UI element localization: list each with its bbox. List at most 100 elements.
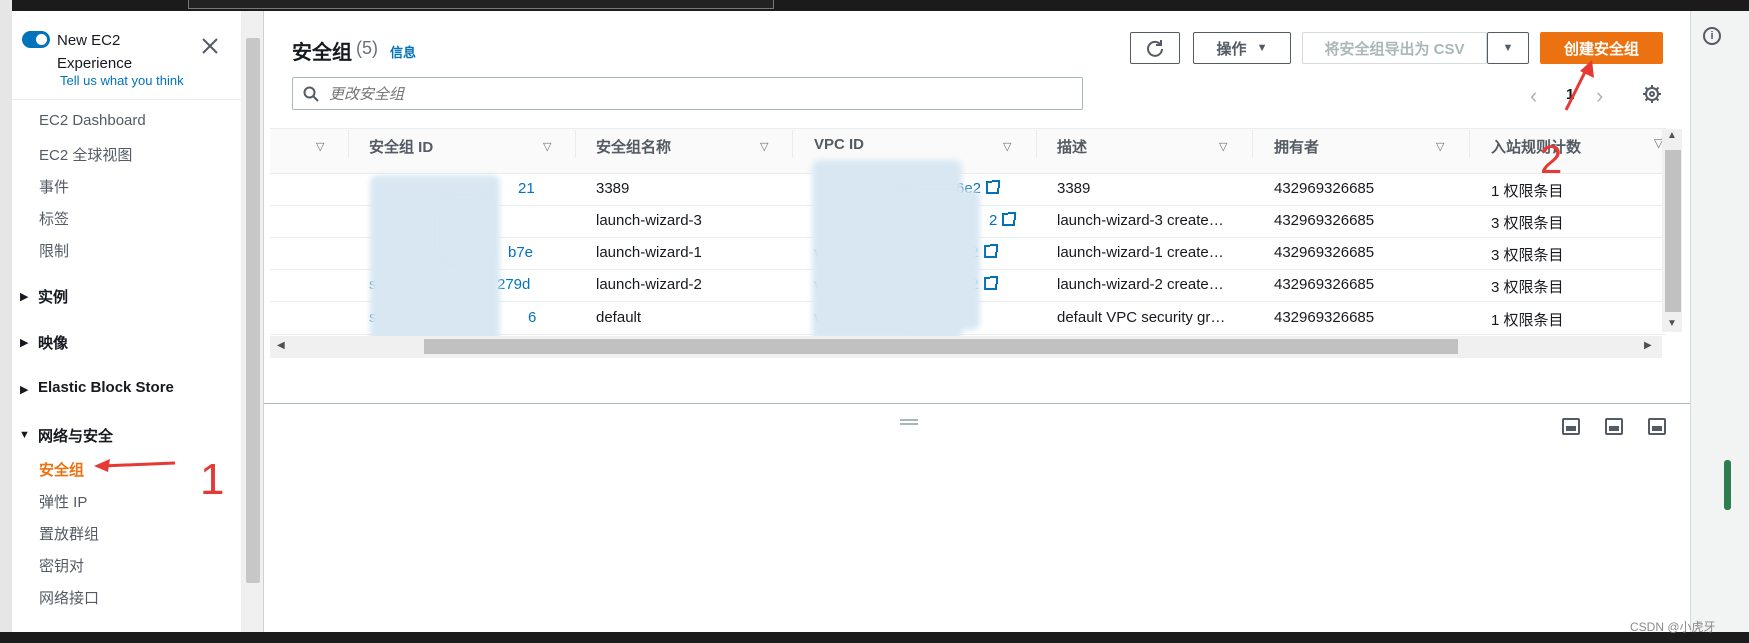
- cell-sg-id-suffix[interactable]: 279d: [497, 276, 530, 293]
- split-bottom-icon[interactable]: [1562, 418, 1580, 435]
- col-header-description[interactable]: 描述: [1057, 136, 1087, 157]
- sidebar-section-instances[interactable]: 实例: [38, 286, 68, 307]
- table-vscrollbar-thumb[interactable]: [1665, 150, 1681, 312]
- external-link-icon[interactable]: [1002, 212, 1017, 226]
- export-dropdown-button[interactable]: ▼: [1487, 32, 1529, 64]
- sort-icon[interactable]: ▽: [1436, 140, 1444, 153]
- sidebar-item-dashboard[interactable]: EC2 Dashboard: [39, 112, 146, 129]
- app-window: New EC2 Experience Tell us what you thin…: [0, 0, 1749, 643]
- export-csv-button[interactable]: 将安全组导出为 CSV: [1302, 32, 1487, 64]
- search-input[interactable]: [329, 83, 1069, 105]
- col-header-inbound-rules[interactable]: 入站规则计数: [1491, 136, 1581, 157]
- scroll-right-icon[interactable]: ▶: [1644, 340, 1652, 351]
- sidebar-item-tags[interactable]: 标签: [39, 208, 69, 229]
- column-separator: [792, 130, 793, 158]
- scroll-up-icon[interactable]: ▲: [1667, 130, 1677, 141]
- cell-owner: 432969326685: [1274, 276, 1375, 293]
- external-link-icon[interactable]: [983, 244, 998, 258]
- col-header-owner[interactable]: 拥有者: [1274, 136, 1319, 157]
- cell-sg-name: launch-wizard-2: [596, 276, 702, 293]
- split-side-icon[interactable]: [1605, 418, 1623, 435]
- caret-down-icon: ▼: [1256, 42, 1268, 54]
- caret-right-icon: ▶: [20, 384, 29, 396]
- cell-description: default VPC security gr…: [1057, 309, 1226, 326]
- refresh-icon: [1147, 40, 1163, 57]
- cell-owner: 432969326685: [1274, 180, 1375, 197]
- sidebar-item-global-view[interactable]: EC2 全球视图: [39, 144, 132, 165]
- sidebar-scrollbar-thumb[interactable]: [246, 38, 260, 583]
- sidebar-item-limits[interactable]: 限制: [39, 240, 69, 261]
- cell-inbound-rules: 1 权限条目: [1491, 183, 1564, 200]
- cell-owner: 432969326685: [1274, 244, 1375, 261]
- left-edge-strip: [0, 0, 12, 643]
- external-link-icon[interactable]: [986, 180, 1001, 194]
- column-separator: [1469, 130, 1470, 158]
- toggle-label-line1: New EC2: [57, 32, 121, 49]
- external-link-icon[interactable]: [983, 276, 998, 290]
- col-header-sg-name[interactable]: 安全组名称: [596, 136, 671, 157]
- annotation-arrow-2: [1564, 60, 1594, 111]
- sidebar-section-images[interactable]: 映像: [38, 332, 68, 353]
- toggle-label: New EC2 Experience: [57, 29, 132, 75]
- page-title: 安全组: [292, 42, 352, 64]
- prev-page-icon[interactable]: ‹: [1530, 83, 1537, 109]
- cell-inbound-rules: 3 权限条目: [1491, 247, 1564, 264]
- sort-icon[interactable]: ▽: [1219, 140, 1227, 153]
- sidebar-divider: [12, 99, 242, 100]
- col-header-vpc-id[interactable]: VPC ID: [814, 136, 864, 153]
- sidebar-item-placement-groups[interactable]: 置放群组: [39, 523, 99, 544]
- cell-description: 3389: [1057, 180, 1091, 197]
- sidebar-section-ebs[interactable]: Elastic Block Store: [38, 379, 174, 396]
- column-separator: [1252, 130, 1253, 158]
- cell-sg-name: 3389: [596, 180, 630, 197]
- cell-inbound-rules: 1 权限条目: [1491, 312, 1564, 329]
- search-box[interactable]: [292, 77, 1083, 110]
- info-link[interactable]: 信息: [390, 42, 416, 61]
- cell-inbound-rules: 3 权限条目: [1491, 215, 1564, 232]
- gear-icon[interactable]: [1642, 84, 1662, 104]
- close-icon[interactable]: [200, 36, 220, 56]
- cell-sg-id-suffix[interactable]: b7e: [508, 244, 533, 261]
- sidebar-item-network-interfaces[interactable]: 网络接口: [39, 587, 99, 608]
- actions-label: 操作: [1216, 40, 1247, 58]
- sidebar-item-security-groups[interactable]: 安全组: [39, 459, 84, 480]
- cell-description: launch-wizard-1 create…: [1057, 244, 1224, 261]
- info-icon[interactable]: i: [1703, 27, 1721, 45]
- bottom-strip: [0, 632, 1749, 643]
- split-hide-icon[interactable]: [1648, 418, 1666, 435]
- redaction-blur: [440, 200, 490, 260]
- right-info-strip: [1690, 11, 1749, 632]
- feedback-link[interactable]: Tell us what you think: [60, 73, 184, 88]
- column-separator: [1036, 130, 1037, 158]
- sort-icon[interactable]: ▽: [316, 140, 324, 153]
- column-separator: [575, 130, 576, 158]
- cell-owner: 432969326685: [1274, 309, 1375, 326]
- sort-icon[interactable]: ▽: [543, 140, 551, 153]
- cell-sg-id-suffix[interactable]: 6: [528, 309, 536, 326]
- cell-sg-name: launch-wizard-1: [596, 244, 702, 261]
- cell-vpc-suffix[interactable]: 2: [989, 212, 1017, 229]
- sort-icon[interactable]: ▽: [760, 140, 768, 153]
- browser-address-strip: [188, 0, 774, 9]
- sort-icon[interactable]: ▽: [1003, 140, 1011, 153]
- cell-description: launch-wizard-2 create…: [1057, 276, 1224, 293]
- scroll-left-icon[interactable]: ◀: [277, 340, 285, 351]
- table-header: [270, 129, 1666, 173]
- table-hscrollbar-thumb[interactable]: [424, 339, 1458, 354]
- cell-sg-id-suffix[interactable]: 21: [518, 180, 535, 197]
- scroll-down-icon[interactable]: ▼: [1667, 318, 1677, 329]
- sidebar-item-elastic-ip[interactable]: 弹性 IP: [39, 491, 87, 512]
- split-panel-divider: [264, 403, 1690, 404]
- sidebar-item-events[interactable]: 事件: [39, 176, 69, 197]
- sidebar-section-network-security[interactable]: 网络与安全: [38, 425, 113, 446]
- annotation-marker-1: 1: [200, 455, 225, 504]
- edge-scroll-indicator[interactable]: [1724, 460, 1731, 510]
- col-header-sg-id[interactable]: 安全组 ID: [369, 136, 433, 157]
- toggle-label-line2: Experience: [57, 55, 133, 72]
- new-experience-toggle[interactable]: [22, 31, 50, 48]
- caret-down-icon: ▼: [1502, 42, 1514, 54]
- drag-handle-icon[interactable]: [900, 419, 918, 425]
- actions-button[interactable]: 操作 ▼: [1193, 32, 1291, 64]
- refresh-button[interactable]: [1130, 32, 1180, 64]
- sidebar-item-key-pairs[interactable]: 密钥对: [39, 555, 84, 576]
